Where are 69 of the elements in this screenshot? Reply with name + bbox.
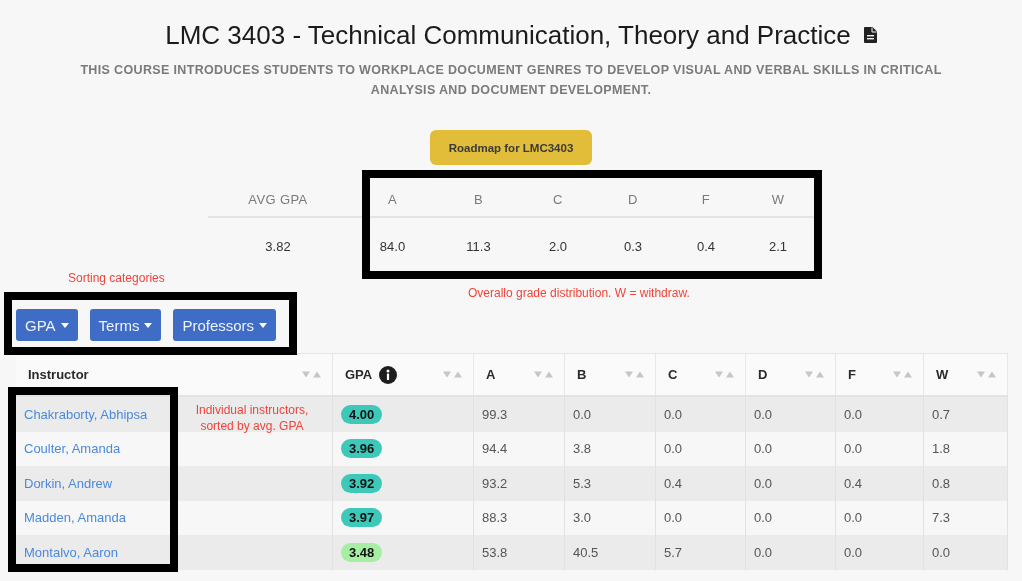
summary-header: C — [553, 191, 563, 207]
caret-icon — [144, 322, 153, 328]
grade-cell: 0.0 — [924, 535, 1008, 570]
column-header[interactable]: Instructor — [16, 354, 333, 395]
info-icon[interactable] — [379, 365, 398, 384]
grade-cell: 0.0 — [746, 397, 836, 432]
summary-header: B — [473, 191, 484, 207]
gpa-badge: 3.96 — [341, 439, 383, 459]
grade-cell: 0.4 — [656, 466, 746, 501]
gpa-badge: 3.97 — [341, 508, 383, 528]
column-header[interactable]: A — [474, 354, 565, 395]
summary-value: 84.0 — [379, 238, 406, 254]
summary-value: 0.4 — [696, 238, 716, 254]
grade-cell: 0.0 — [656, 397, 746, 432]
sort-icon[interactable] — [977, 371, 997, 378]
sort-icon[interactable] — [805, 371, 825, 378]
summary-value: 3.82 — [265, 238, 291, 254]
gpa-badge: 3.92 — [341, 473, 383, 493]
grade-cell: 0.0 — [565, 397, 656, 432]
gpa-badge: 3.48 — [341, 542, 383, 562]
course-title: LMC 3403 - Technical Communication, Theory and Practice — [165, 19, 851, 52]
sort-icon[interactable] — [893, 371, 913, 378]
grade-cell: 0.0 — [746, 466, 836, 501]
annotation-note: Individual instructors, sorted by avg. GPA — [194, 402, 310, 434]
column-header[interactable]: W — [924, 354, 1008, 395]
sort-dropdown-button[interactable]: GPA — [16, 309, 78, 341]
gpa-badge: 4.00 — [341, 404, 383, 424]
annotation-note: Sorting categories — [68, 270, 165, 286]
summary-header: F — [701, 191, 711, 207]
sort-dropdown-button[interactable]: Professors — [173, 309, 277, 341]
sort-icon[interactable] — [302, 371, 322, 378]
summary-value: 11.3 — [466, 238, 491, 254]
sort-dropdown-button[interactable]: Terms — [89, 309, 162, 341]
grade-cell: 0.4 — [836, 466, 924, 501]
summary-header: AVG GPA — [248, 191, 308, 207]
column-header[interactable]: C — [656, 354, 746, 395]
caret-icon — [259, 322, 268, 328]
course-description: THIS COURSE INTRODUCES STUDENTS TO WORKPLACE DOCUMENT GENRES TO DEVELOP VISUAL AND VERBAL SKILLS IN CRITICAL ANALYSIS AND DOCUMENT DEVELOPMENT. — [79, 62, 943, 99]
grade-cell: 0.0 — [836, 397, 924, 432]
column-header[interactable]: D — [746, 354, 836, 395]
column-header[interactable]: B — [565, 354, 656, 395]
summary-value: 2.1 — [768, 238, 788, 254]
instructor-link[interactable]: Coulter, Amanda — [24, 441, 121, 457]
summary-header: W — [771, 191, 785, 207]
grade-cell: 0.7 — [924, 397, 1008, 432]
grade-cell: 40.5 — [565, 535, 656, 570]
grade-cell: 0.8 — [924, 466, 1008, 501]
summary-value: 0.3 — [623, 238, 643, 254]
grade-cell: 5.3 — [565, 466, 656, 501]
grade-cell: 0.0 — [836, 535, 924, 570]
grade-cell: 93.2 — [474, 466, 565, 501]
sort-icon[interactable] — [715, 371, 735, 378]
grade-cell: 99.3 — [474, 397, 565, 432]
annotation-note: Overallo grade distribution. W = withdraw. — [468, 285, 690, 301]
column-header[interactable]: GPA — [333, 354, 474, 395]
roadmap-button[interactable]: Roadmap for LMC3403 — [430, 130, 592, 165]
grade-cell: 0.0 — [746, 535, 836, 570]
instructor-link[interactable]: Madden, Amanda — [24, 510, 126, 526]
summary-value: 2.0 — [548, 238, 568, 254]
sort-icon[interactable] — [534, 371, 554, 378]
summary-header: A — [387, 191, 398, 207]
caret-icon — [60, 322, 69, 328]
grade-cell: 53.8 — [474, 535, 565, 570]
document-icon[interactable] — [863, 27, 877, 43]
column-header[interactable]: F — [836, 354, 924, 395]
grade-cell: 5.7 — [656, 535, 746, 570]
summary-header: D — [628, 191, 638, 207]
sort-icon[interactable] — [443, 371, 463, 378]
sort-icon[interactable] — [625, 371, 645, 378]
